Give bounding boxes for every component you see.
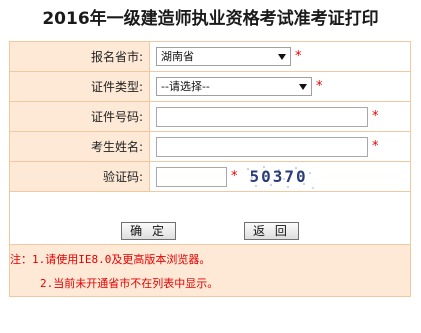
notes-row: 注：1.请使用IE8.0及更高版本浏览器。 2.当前未开通省市不在列表中显示。 — [9, 244, 411, 297]
required-mark: * — [372, 109, 379, 124]
id-type-row: 证件类型: --请选择-- * — [9, 71, 411, 102]
notes-cell: 注：1.请使用IE8.0及更高版本浏览器。 2.当前未开通省市不在列表中显示。 — [9, 244, 411, 297]
required-mark: * — [316, 79, 323, 94]
note-line-2: 2.当前未开通省市不在列表中显示。 — [40, 277, 219, 290]
id-number-input[interactable] — [156, 106, 368, 127]
required-mark: * — [231, 169, 238, 184]
name-input[interactable] — [156, 136, 368, 157]
id-type-select[interactable]: --请选择-- — [156, 77, 312, 96]
required-mark: * — [295, 49, 302, 64]
id-number-field-cell: * — [149, 101, 411, 132]
captcha-field-cell: * 50370 — [149, 161, 411, 192]
id-type-field-cell: --请选择-- * — [149, 71, 411, 102]
name-label: 考生姓名: — [9, 131, 150, 162]
id-number-label: 证件号码: — [9, 101, 150, 132]
name-field-cell: * — [149, 131, 411, 162]
captcha-input[interactable] — [156, 166, 227, 187]
note-line-1: 注：1.请使用IE8.0及更高版本浏览器。 — [10, 253, 211, 266]
captcha-row: 验证码: * 50370 — [9, 161, 411, 192]
captcha-text: 50370 — [249, 166, 308, 186]
id-number-row: 证件号码: * — [9, 101, 411, 132]
id-type-label: 证件类型: — [9, 71, 150, 102]
province-field-cell: 湖南省 * — [149, 41, 411, 72]
print-form: 报名省市: 湖南省 * 证件类型: --请选择-- * 证件号码: * 考生姓名… — [9, 41, 411, 297]
chevron-down-icon — [299, 84, 307, 90]
province-select[interactable]: 湖南省 — [156, 47, 291, 66]
back-button[interactable]: 返 回 — [244, 222, 299, 240]
name-row: 考生姓名: * — [9, 131, 411, 162]
page-title: 2016年一级建造师执业资格考试准考证打印 — [42, 9, 379, 29]
confirm-button[interactable]: 确 定 — [121, 222, 176, 240]
buttons-row: 确 定返 回 — [9, 191, 411, 245]
id-type-select-value: --请选择-- — [161, 80, 210, 93]
chevron-down-icon — [278, 54, 286, 60]
province-label: 报名省市: — [9, 41, 150, 72]
buttons-cell: 确 定返 回 — [9, 191, 411, 245]
province-select-value: 湖南省 — [161, 50, 194, 63]
captcha-image[interactable]: 50370 — [243, 163, 316, 190]
captcha-label: 验证码: — [9, 161, 150, 192]
required-mark: * — [372, 139, 379, 154]
province-row: 报名省市: 湖南省 * — [9, 41, 411, 72]
